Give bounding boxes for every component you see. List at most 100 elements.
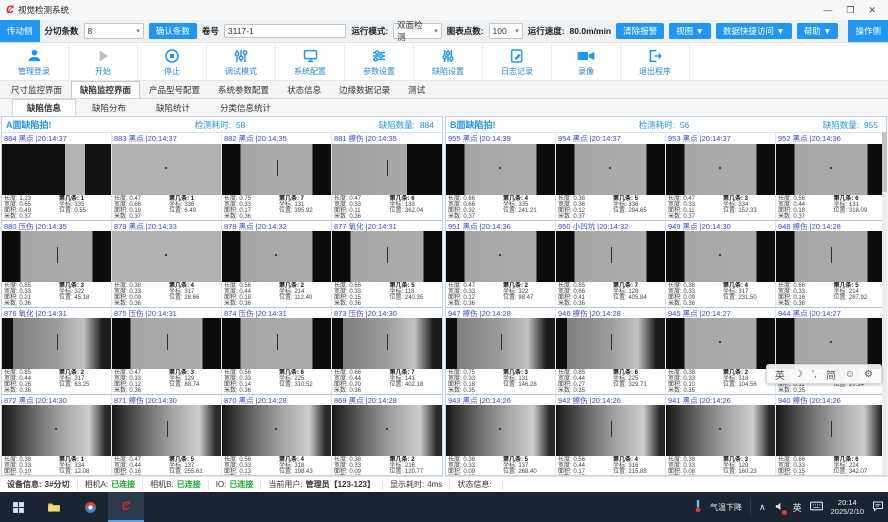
sub-tab-0[interactable]: 缺陷信息 xyxy=(12,99,76,116)
defect-cell-879[interactable]: 879 黑点 |20:14:33长度: 0.38宽度: 0.33面积: 0.09… xyxy=(112,220,222,307)
action-button-defect[interactable]: 缺陷设置 xyxy=(414,43,483,80)
defect-cell-954[interactable]: 954 黑点 |20:14:37长度: 0.38宽度: 0.36面积: 0.12… xyxy=(556,133,666,220)
main-tab-4[interactable]: 状态信息 xyxy=(278,81,330,98)
volume-muted-icon[interactable] xyxy=(774,501,785,514)
minimize-button[interactable]: — xyxy=(823,5,832,15)
ime-simplified[interactable]: 简 xyxy=(826,367,836,382)
defect-meta: 长度: 0.47宽度: 0.33面积: 0.11米数: 0.36第几条: 6坐标… xyxy=(332,195,442,220)
weather-text[interactable]: 气温下降 xyxy=(710,502,742,513)
action-button-user[interactable]: 管理登录 xyxy=(0,43,69,80)
action-button-label: 管理登录 xyxy=(18,66,50,77)
data-quick-access-button[interactable]: 数据快捷访问 ▼ xyxy=(716,23,792,39)
confirm-slit-button[interactable]: 确认条数 xyxy=(149,23,197,39)
main-tab-1[interactable]: 缺陷监控界面 xyxy=(71,81,140,98)
run-speed-value: 80.0m/min xyxy=(570,26,612,36)
windows-start-icon[interactable] xyxy=(0,492,36,522)
clear-alarm-button[interactable]: 清除报警 xyxy=(616,23,664,39)
defect-cell-876[interactable]: 876 氧化 |20:14:31长度: 0.85宽度: 0.44面积: 0.26… xyxy=(2,307,112,394)
slit-count-select[interactable]: 8 xyxy=(84,23,144,39)
ime-language-badge[interactable]: 英 xyxy=(793,501,802,514)
defect-thumbnail xyxy=(2,405,111,456)
ime-english[interactable]: 英 xyxy=(775,367,785,382)
main-tab-bar: 尺寸监控界面缺陷监控界面产品型号配置系统参数配置状态信息边缘数据记录测试 xyxy=(0,81,888,99)
main-tab-3[interactable]: 系统参数配置 xyxy=(209,81,278,98)
defect-cell-882[interactable]: 882 黑点 |20:14:35长度: 0.75宽度: 0.33面积: 0.17… xyxy=(222,133,332,220)
file-explorer-icon[interactable] xyxy=(36,492,72,522)
sub-tab-3[interactable]: 分类信息统计 xyxy=(206,100,285,116)
close-button[interactable]: ✕ xyxy=(868,5,876,16)
defect-cell-942[interactable]: 942 擦伤 |20:14:26长度: 0.56宽度: 0.44面积: 0.17… xyxy=(556,394,666,475)
defect-cell-883[interactable]: 883 黑点 |20:14:37长度: 0.47宽度: 0.66面积: 0.19… xyxy=(112,133,222,220)
defect-cell-871[interactable]: 871 擦伤 |20:14:30长度: 0.47宽度: 0.44面积: 0.16… xyxy=(112,394,222,475)
roll-number-input[interactable] xyxy=(224,24,346,38)
detection-app-taskbar-icon[interactable]: Ȼ xyxy=(108,492,144,522)
status-item-label: IO: xyxy=(216,480,227,489)
help-menu-button[interactable]: 帮助 ▼ xyxy=(797,23,839,39)
defect-cell-955[interactable]: 955 黑点 |20:14:39长度: 0.66宽度: 0.66面积: 0.32… xyxy=(446,133,556,220)
maximize-button[interactable]: ❐ xyxy=(846,5,854,16)
defect-cell-873[interactable]: 873 压伤 |20:14:30长度: 0.66宽度: 0.44面积: 0.20… xyxy=(332,307,442,394)
defect-thumbnail xyxy=(112,405,221,456)
defect-thumbnail xyxy=(332,405,442,456)
defect-cell-870[interactable]: 870 黑点 |20:14:28长度: 0.56宽度: 0.33面积: 0.13… xyxy=(222,394,332,475)
defect-cell-949[interactable]: 949 黑点 |20:14:30长度: 0.38宽度: 0.33面积: 0.09… xyxy=(666,220,776,307)
defect-cell-header: 941 黑点 |20:14:26 xyxy=(666,395,775,405)
touch-keyboard-icon[interactable] xyxy=(810,501,823,513)
ime-emoji-icon[interactable]: ☺ xyxy=(845,369,855,380)
action-button-params[interactable]: 参数设置 xyxy=(345,43,414,80)
defect-meta: 长度: 0.38宽度: 0.33面积: 0.08米数: 0.35第几条: 3坐标… xyxy=(666,456,775,475)
ime-halfwidth-moon-icon[interactable]: ☽ xyxy=(794,369,803,380)
defect-cell-952[interactable]: 952 黑点 |20:14:36长度: 0.56宽度: 0.44面积: 0.18… xyxy=(776,133,886,220)
chart-points-select[interactable]: 100 xyxy=(489,23,523,39)
device-info-label: 设备信息: xyxy=(7,479,42,490)
action-button-label: 录像 xyxy=(578,66,594,77)
defect-cell-880[interactable]: 880 压伤 |20:14:35长度: 0.85宽度: 0.33面积: 0.21… xyxy=(2,220,112,307)
run-mode-select[interactable]: 双面检测 xyxy=(393,23,442,39)
view-menu-button[interactable]: 视图 ▼ xyxy=(669,23,711,39)
vertical-scrollbar[interactable] xyxy=(882,132,887,475)
defect-meta: 长度: 0.47宽度: 0.33面积: 0.12米数: 0.36第几条: 2坐标… xyxy=(446,282,555,307)
defect-cell-940[interactable]: 940 擦伤 |20:14:26长度: 0.66宽度: 0.33面积: 0.15… xyxy=(776,394,886,475)
defect-cell-877[interactable]: 877 氧化 |20:14:31长度: 0.66宽度: 0.33面积: 0.15… xyxy=(332,220,442,307)
defect-cell-878[interactable]: 878 黑点 |20:14:32长度: 0.56宽度: 0.44面积: 0.18… xyxy=(222,220,332,307)
action-button-camera[interactable]: 录像 xyxy=(552,43,621,80)
defect-thumbnail xyxy=(112,231,221,282)
defect-cell-946[interactable]: 946 擦伤 |20:14:28长度: 0.85宽度: 0.44面积: 0.27… xyxy=(556,307,666,394)
tray-chevron-icon[interactable]: ∧ xyxy=(759,502,766,513)
defect-cell-945[interactable]: 945 黑点 |20:14:27长度: 0.38宽度: 0.33面积: 0.10… xyxy=(666,307,776,394)
main-tab-2[interactable]: 产品型号配置 xyxy=(140,81,209,98)
sub-tab-2[interactable]: 缺陷统计 xyxy=(142,100,204,116)
defect-cell-869[interactable]: 869 黑点 |20:14:28长度: 0.38宽度: 0.33面积: 0.09… xyxy=(332,394,442,475)
browser-app-icon[interactable] xyxy=(72,492,108,522)
slit-count-label: 分切条数 xyxy=(45,25,79,37)
notification-center-icon[interactable] xyxy=(872,500,884,514)
defect-cell-872[interactable]: 872 黑点 |20:14:30长度: 0.38宽度: 0.33面积: 0.10… xyxy=(2,394,112,475)
main-tab-5[interactable]: 边缘数据记录 xyxy=(330,81,399,98)
ime-punctuation-icon[interactable]: ’, xyxy=(812,369,817,380)
main-tab-6[interactable]: 测试 xyxy=(399,81,434,98)
action-button-stop[interactable]: 停止 xyxy=(138,43,207,80)
defect-cell-950[interactable]: 950 小凹坑 |20:14:32长度: 0.85宽度: 0.66面积: 0.4… xyxy=(556,220,666,307)
action-button-exit[interactable]: 退出程序 xyxy=(621,43,690,80)
defect-cell-951[interactable]: 951 黑点 |20:14:36长度: 0.47宽度: 0.33面积: 0.12… xyxy=(446,220,556,307)
defect-cell-943[interactable]: 943 黑点 |20:14:26长度: 0.38宽度: 0.33面积: 0.09… xyxy=(446,394,556,475)
sub-tab-1[interactable]: 缺陷分布 xyxy=(78,100,140,116)
action-button-debug[interactable]: 调试模式 xyxy=(207,43,276,80)
defect-cell-941[interactable]: 941 黑点 |20:14:26 长度: 0.38宽度: 0.33面积: 0.08… xyxy=(666,394,776,475)
defect-cell-948[interactable]: 948 擦伤 |20:14:28长度: 0.66宽度: 0.33面积: 0.16… xyxy=(776,220,886,307)
action-button-play[interactable]: 开始 xyxy=(69,43,138,80)
defect-cell-881[interactable]: 881 擦伤 |20:14:35长度: 0.47宽度: 0.33面积: 0.11… xyxy=(332,133,442,220)
action-button-monitor[interactable]: 系统配置 xyxy=(276,43,345,80)
defect-cell-947[interactable]: 947 擦伤 |20:14:28长度: 0.75宽度: 0.33面积: 0.18… xyxy=(446,307,556,394)
defect-cell-884[interactable]: 884 黑点 |20:14:37长度: 1.23宽度: 0.65面积: 0.49… xyxy=(2,133,112,220)
action-button-log[interactable]: 日志记录 xyxy=(483,43,552,80)
ime-settings-gear-icon[interactable]: ⚙ xyxy=(864,369,873,380)
defect-cell-874[interactable]: 874 压伤 |20:14:31长度: 0.56宽度: 0.33面积: 0.14… xyxy=(222,307,332,394)
defect-cell-953[interactable]: 953 黑点 |20:14:37长度: 0.47宽度: 0.33面积: 0.11… xyxy=(666,133,776,220)
drive-side-button[interactable]: 传动侧 xyxy=(0,20,40,42)
main-tab-0[interactable]: 尺寸监控界面 xyxy=(2,81,71,98)
status-item-4: 显示耗时:4ms xyxy=(383,479,450,490)
taskbar-clock[interactable]: 20:14 2025/2/10 xyxy=(831,498,864,516)
operator-side-button[interactable]: 操作侧 xyxy=(848,20,888,42)
defect-cell-875[interactable]: 875 压伤 |20:14:31长度: 0.47宽度: 0.33面积: 0.12… xyxy=(112,307,222,394)
